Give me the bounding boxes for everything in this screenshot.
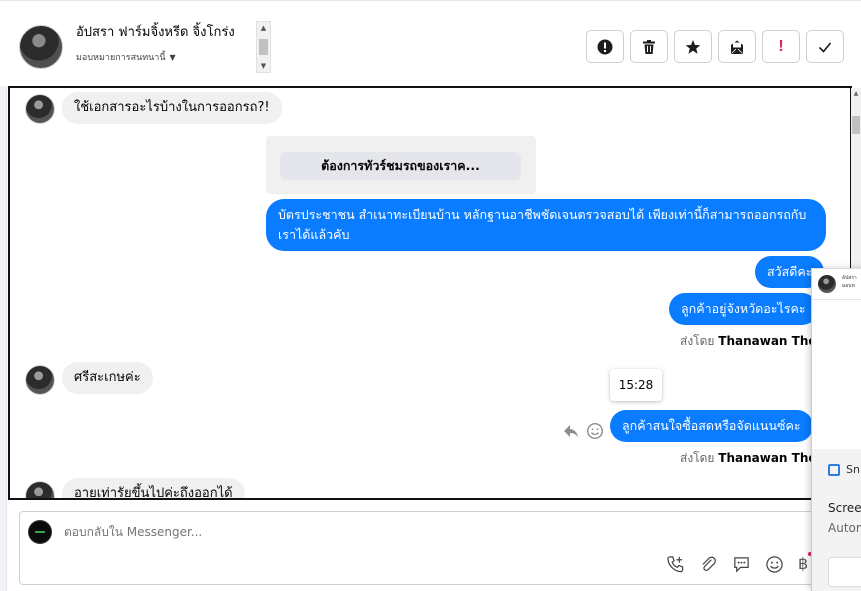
contact-avatar[interactable] bbox=[19, 25, 63, 69]
sender-name[interactable]: Thanawan Thon bbox=[718, 334, 825, 348]
delete-button[interactable] bbox=[630, 30, 668, 63]
outgoing-message[interactable]: ลูกค้าสนใจซื้อสดหรือจัดแนนซ์คะ bbox=[610, 410, 813, 442]
scroll-down-arrow-icon[interactable]: ▼ bbox=[257, 60, 270, 72]
notification-action-button[interactable] bbox=[828, 557, 861, 587]
star-button[interactable] bbox=[674, 30, 712, 63]
payment-icon[interactable]: ฿ bbox=[798, 554, 808, 574]
conversation-header: อัปสรา ฟาร์มจิ้งหรีด จิ้งโกร่ง มอบหมายกา… bbox=[0, 0, 861, 86]
message-thread[interactable]: ใช้เอกสารอะไรบ้างในการออกรถ?! ต้องการทัว… bbox=[8, 86, 852, 500]
contact-message-avatar bbox=[25, 481, 55, 498]
assign-label: มอบหมายการสนทนานี้ bbox=[76, 53, 166, 63]
scroll-thumb[interactable] bbox=[259, 39, 268, 55]
saved-reply-icon[interactable] bbox=[732, 555, 751, 574]
left-edge-strip bbox=[0, 0, 7, 591]
incoming-message[interactable]: ใช้เอกสารอะไรบ้างในการออกรถ?! bbox=[62, 92, 282, 124]
exclamation-icon: ! bbox=[778, 37, 784, 55]
add-call-icon[interactable] bbox=[666, 555, 685, 574]
assign-conversation-dropdown[interactable]: มอบหมายการสนทนานี้ ▼ bbox=[76, 50, 254, 64]
spam-button[interactable] bbox=[586, 30, 624, 63]
snip-app-label: Sn bbox=[846, 463, 860, 476]
contact-message-avatar bbox=[25, 94, 55, 124]
page-avatar bbox=[28, 520, 52, 544]
sender-name[interactable]: Thanawan Thon bbox=[718, 451, 825, 465]
reply-composer: ฿ bbox=[19, 511, 861, 585]
timestamp-tooltip: 15:28 bbox=[610, 369, 662, 401]
scroll-up-arrow-icon[interactable]: ▲ bbox=[257, 22, 270, 34]
star-icon bbox=[685, 39, 701, 54]
attachment-icon[interactable] bbox=[699, 555, 718, 574]
mini-contact-avatar bbox=[818, 275, 836, 293]
name-scrollbar[interactable]: ▲ ▼ bbox=[256, 21, 271, 73]
overlay-popup: อัปสรา มอบห Sn Scree Autom bbox=[811, 268, 861, 591]
contact-message-avatar bbox=[25, 365, 55, 395]
important-button[interactable]: ! bbox=[762, 30, 800, 63]
composer-tools: ฿ bbox=[666, 554, 808, 574]
trash-icon bbox=[643, 39, 655, 54]
mark-unread-button[interactable] bbox=[718, 30, 756, 63]
done-button[interactable] bbox=[806, 30, 844, 63]
outgoing-message[interactable]: ลูกค้าอยู่จังหวัดอะไรคะ bbox=[669, 293, 818, 325]
outgoing-message[interactable]: บัตรประชาชน สำเนาทะเบียนบ้าน หลักฐานอาชี… bbox=[266, 199, 826, 251]
sent-by-prefix: ส่งโดย bbox=[680, 334, 715, 348]
contact-info: อัปสรา ฟาร์มจิ้งหรีด จิ้งโกร่ง มอบหมายกา… bbox=[76, 21, 254, 73]
card-quick-reply-button[interactable]: ต้องการทัวร์ชมรถของเราค... bbox=[280, 152, 521, 180]
scroll-thumb[interactable] bbox=[852, 116, 860, 134]
mini-name-line: อัปสรา bbox=[842, 275, 857, 281]
template-card: ต้องการทัวร์ชมรถของเราค... bbox=[266, 136, 536, 194]
snip-app-row: Sn bbox=[828, 463, 860, 476]
mini-contact-name: อัปสรา มอบห bbox=[842, 274, 857, 290]
caret-down-icon: ▼ bbox=[169, 52, 176, 62]
reply-icon[interactable] bbox=[562, 422, 580, 440]
snipping-tool-icon bbox=[828, 463, 840, 476]
messenger-inbox-window: อัปสรา ฟาร์มจิ้งหรีด จิ้งโกร่ง มอบหมายกา… bbox=[0, 0, 861, 591]
incoming-message[interactable]: อายเท่ารัยขึ้นไปค่ะถึงออกได้ bbox=[62, 478, 245, 498]
incoming-message[interactable]: ศรีสะเกษค่ะ bbox=[62, 362, 153, 394]
message-actions bbox=[562, 422, 604, 440]
reply-input[interactable] bbox=[64, 525, 564, 539]
divider bbox=[812, 299, 861, 300]
notification-body: Autom bbox=[828, 521, 861, 535]
scroll-up-arrow-icon[interactable]: ▲ bbox=[851, 90, 861, 97]
alert-icon bbox=[597, 39, 613, 54]
contact-name[interactable]: อัปสรา ฟาร์มจิ้งหรีด จิ้งโกร่ง bbox=[76, 21, 254, 45]
emoji-icon[interactable] bbox=[765, 555, 784, 574]
mini-assign-line: มอบห bbox=[842, 283, 855, 289]
sent-by-label: ส่งโดย Thanawan Thon bbox=[680, 332, 825, 351]
sent-by-prefix: ส่งโดย bbox=[680, 451, 715, 465]
envelope-icon bbox=[731, 40, 743, 54]
smiley-icon[interactable] bbox=[586, 422, 604, 440]
check-icon bbox=[818, 41, 832, 53]
sent-by-label: ส่งโดย Thanawan Thon bbox=[680, 449, 825, 468]
notification-title: Scree bbox=[828, 501, 861, 515]
conversation-toolbar: ! bbox=[586, 30, 844, 63]
